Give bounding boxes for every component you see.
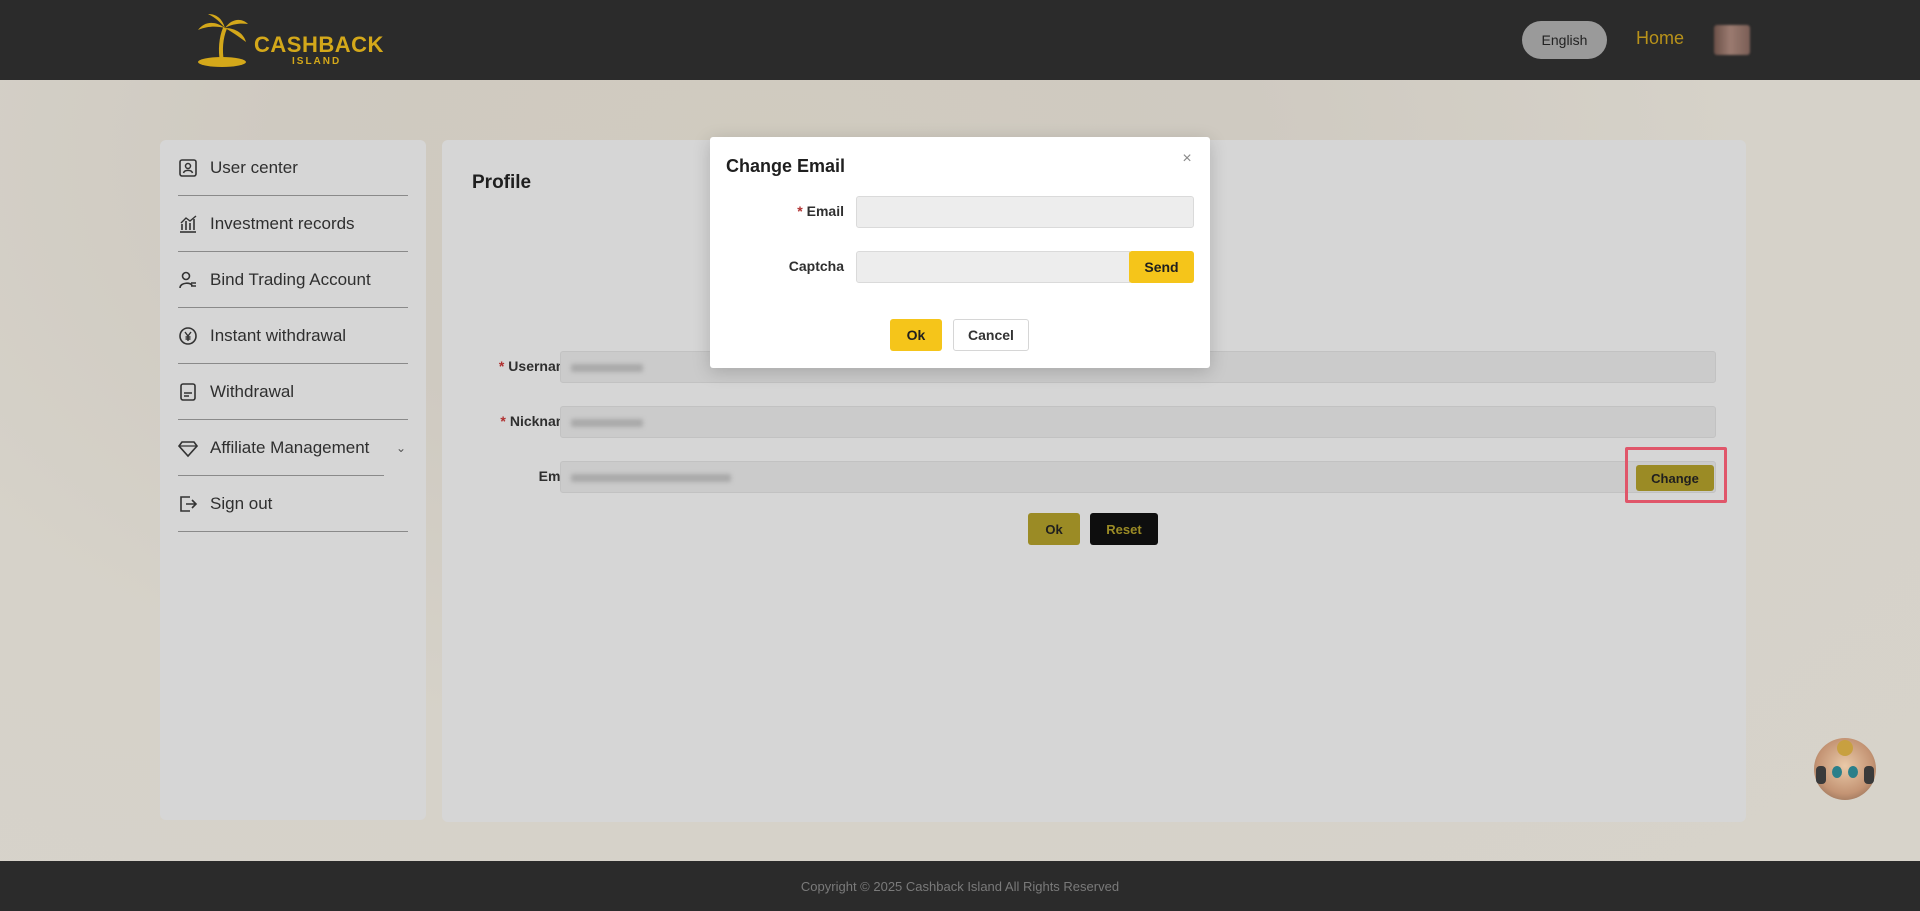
sidebar: User center Investment records Bind Trad… (160, 140, 426, 820)
close-icon[interactable]: × (1178, 150, 1196, 168)
user-avatar[interactable] (1714, 25, 1750, 55)
dialog-title: Change Email (726, 156, 846, 176)
currency-icon (178, 326, 198, 346)
dialog-email-label: * Email (797, 203, 844, 219)
sidebar-item-label: Bind Trading Account (210, 269, 371, 289)
captcha-input[interactable] (856, 251, 1130, 283)
top-navigation-bar: CASHBACK ISLAND English Home (0, 0, 1920, 80)
footer: Copyright © 2025 Cashback Island All Rig… (0, 861, 1920, 911)
sidebar-item-label: Instant withdrawal (210, 325, 347, 345)
coin-icon (1837, 740, 1853, 756)
document-icon (178, 382, 198, 402)
nickname-row: * Nickname (442, 406, 1746, 438)
cashback-island-logo[interactable]: CASHBACK ISLAND (192, 12, 383, 68)
new-email-input[interactable] (856, 196, 1194, 228)
send-captcha-button[interactable]: Send (1129, 251, 1194, 283)
sidebar-item-user-center[interactable]: User center (178, 140, 408, 196)
sidebar-item-label: Investment records (210, 213, 355, 233)
dialog-ok-button[interactable]: Ok (890, 319, 942, 351)
dialog-captcha-label: Captcha (788, 258, 844, 274)
copyright-text: Copyright © 2025 Cashback Island All Rig… (800, 878, 1120, 894)
sidebar-item-label: User center (210, 157, 298, 177)
home-link[interactable]: Home (1636, 28, 1684, 49)
sidebar-item-investment-records[interactable]: Investment records (178, 196, 408, 252)
sidebar-item-label: Withdrawal (210, 381, 295, 401)
sidebar-item-label: Affiliate Management (210, 437, 370, 457)
sidebar-item-sign-out[interactable]: Sign out (178, 476, 408, 532)
sign-out-icon (178, 494, 198, 514)
sidebar-item-bind-trading-account[interactable]: Bind Trading Account (178, 252, 408, 308)
redacted-value (571, 474, 731, 482)
language-selector[interactable]: English (1522, 21, 1607, 59)
user-link-icon (178, 270, 198, 290)
sidebar-item-instant-withdrawal[interactable]: Instant withdrawal (178, 308, 408, 364)
nickname-field[interactable] (560, 406, 1716, 438)
redacted-value (571, 419, 643, 427)
ok-button[interactable]: Ok (1028, 513, 1080, 545)
diamond-hand-icon (178, 438, 198, 458)
dialog-captcha-row: Captcha Send (710, 251, 1210, 283)
mascot-eye-left (1832, 766, 1842, 778)
dialog-email-row: * Email (710, 196, 1210, 228)
email-field (560, 461, 1716, 493)
user-card-icon (178, 158, 198, 178)
page-title: Profile (472, 172, 532, 193)
chevron-down-icon[interactable]: ⌄ (396, 441, 406, 455)
email-row: Email Change (442, 447, 1746, 503)
sidebar-item-label: Sign out (210, 493, 273, 513)
reset-button[interactable]: Reset (1090, 513, 1158, 545)
mascot-eye-right (1848, 766, 1858, 778)
change-email-dialog: Change Email × * Email Captcha Send Ok Ca… (710, 137, 1210, 368)
chart-icon (178, 214, 198, 234)
change-email-button[interactable]: Change (1636, 465, 1714, 491)
logo-wordmark: CASHBACK (254, 32, 384, 57)
sidebar-item-withdrawal[interactable]: Withdrawal (178, 364, 408, 420)
headphone-left (1816, 766, 1826, 784)
headphone-right (1864, 766, 1874, 784)
palm-tree-icon (198, 14, 248, 67)
dialog-cancel-button[interactable]: Cancel (953, 319, 1029, 351)
support-chat-button[interactable] (1814, 738, 1876, 800)
redacted-value (571, 364, 643, 372)
logo-subtext: ISLAND (292, 56, 342, 67)
sidebar-item-affiliate-management[interactable]: Affiliate Management ⌄ (178, 420, 406, 476)
